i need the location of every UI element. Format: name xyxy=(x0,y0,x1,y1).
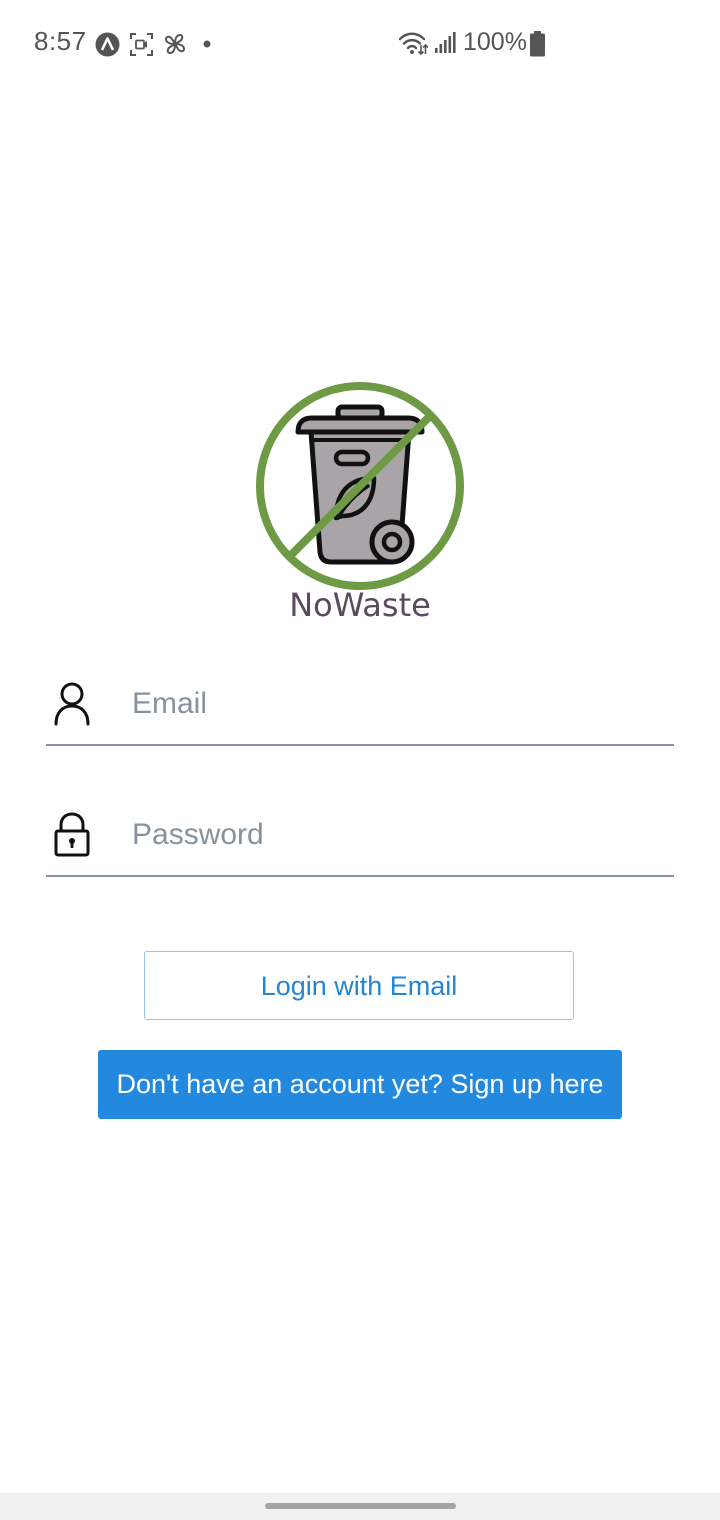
login-screen: 8:57 100% NoWaste Email Login with Email… xyxy=(0,0,720,1520)
home-handle[interactable] xyxy=(265,1503,456,1509)
sign-up-button[interactable]: Don't have an account yet? Sign up here xyxy=(98,1050,622,1119)
pinwheel-icon xyxy=(164,33,186,55)
password-field[interactable] xyxy=(46,805,674,877)
app-notification-icon xyxy=(95,32,120,57)
password-input[interactable] xyxy=(132,809,662,861)
battery-percent: 100% xyxy=(463,28,527,56)
status-bar: 8:57 100% xyxy=(0,0,720,88)
email-field[interactable] xyxy=(46,674,674,746)
status-time: 8:57 xyxy=(34,26,87,56)
dot-icon xyxy=(203,40,211,48)
login-with-email-button[interactable]: Login with Email xyxy=(144,951,574,1020)
wifi-icon xyxy=(398,32,428,56)
no-trash-bin-icon xyxy=(256,382,464,590)
lock-icon xyxy=(54,812,90,857)
email-input[interactable] xyxy=(132,678,662,730)
app-name: NoWaste xyxy=(289,586,431,624)
battery-icon xyxy=(530,31,545,57)
signal-icon xyxy=(435,32,456,53)
user-icon xyxy=(54,682,90,726)
screen-record-icon xyxy=(130,33,153,56)
navigation-bar xyxy=(0,1493,720,1520)
